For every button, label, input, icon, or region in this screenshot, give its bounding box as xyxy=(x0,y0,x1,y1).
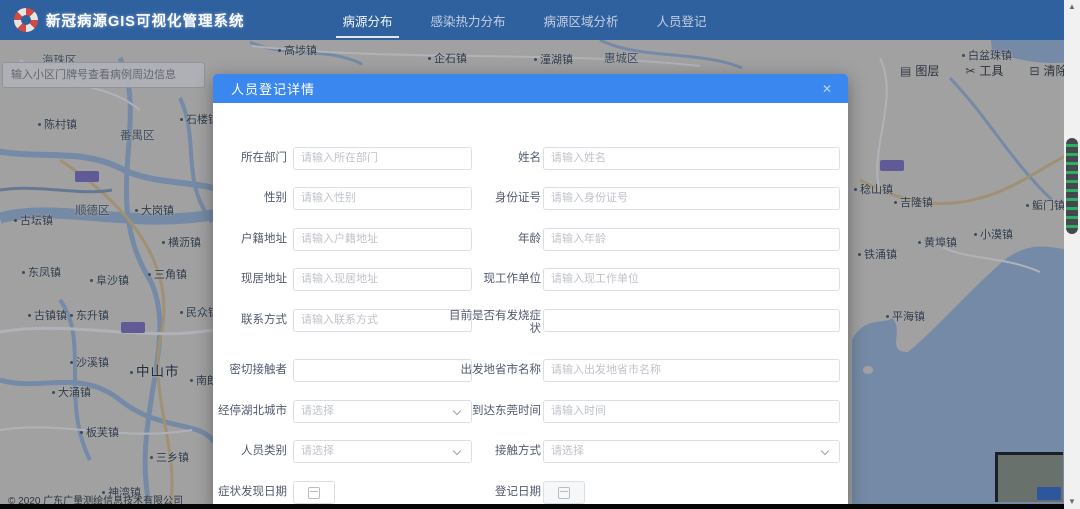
form-label: 现工作单位 xyxy=(445,272,541,287)
calendar-icon xyxy=(308,487,320,499)
input-placeholder: 请输入时间 xyxy=(544,401,839,422)
nav-item-4[interactable]: 人员登记 xyxy=(655,7,709,34)
text-input-field[interactable]: 请输入现工作单位 xyxy=(543,268,840,291)
select-field[interactable]: 请选择 xyxy=(543,440,840,463)
nav-item-1[interactable]: 病源分布 xyxy=(340,7,394,34)
input-placeholder: 请输入年龄 xyxy=(544,229,839,250)
modal-body: 所在部门请输入所在部门姓名请输入姓名性别请输入性别身份证号请输入身份证号户籍地址… xyxy=(213,103,848,509)
form-label: 现居地址 xyxy=(219,272,287,287)
person-registration-modal: 人员登记详情 ✕ 所在部门请输入所在部门姓名请输入姓名性别请输入性别身份证号请输… xyxy=(213,74,848,509)
app-title: 新冠病源GIS可视化管理系统 xyxy=(46,10,244,31)
scrollbar-up-arrow-icon[interactable]: ▲ xyxy=(1064,0,1080,14)
text-input-field[interactable]: 请输入姓名 xyxy=(543,147,840,170)
form-label: 目前是否有发烧症状 xyxy=(445,310,541,336)
form-label: 到达东莞时间 xyxy=(445,404,541,419)
form-label: 所在部门 xyxy=(219,151,287,166)
nav-item-2[interactable]: 感染热力分布 xyxy=(429,7,508,34)
calendar-icon xyxy=(558,487,570,499)
scrollbar-down-arrow-icon[interactable]: ▼ xyxy=(1064,495,1080,509)
form-label: 登记日期 xyxy=(445,485,541,500)
form-label: 症状发现日期 xyxy=(219,485,287,500)
form-label: 出发地省市名称 xyxy=(445,363,541,378)
modal-header: 人员登记详情 ✕ xyxy=(213,74,848,103)
select-placeholder: 请选择 xyxy=(544,441,839,462)
life-buoy-logo-icon xyxy=(14,8,38,32)
text-input-field[interactable]: 请输入时间 xyxy=(543,400,840,423)
text-input-field[interactable]: 请输入出发地省市名称 xyxy=(543,359,840,382)
form-row-5: 联系方式请输入联系方式目前是否有发烧症状 xyxy=(213,309,848,333)
app-window: 海珠区高埗镇企石镇潼湖镇惠城区陈村镇石楼镇番禺区顺德区大岗镇古坛镇横沥镇东凤镇阜… xyxy=(0,0,1080,509)
form-label: 姓名 xyxy=(445,151,541,166)
form-label: 接触方式 xyxy=(445,444,541,459)
form-row-1: 所在部门请输入所在部门姓名请输入姓名 xyxy=(213,147,848,171)
form-label: 密切接触者 xyxy=(219,363,287,378)
form-row-3: 户籍地址请输入户籍地址年龄请输入年龄 xyxy=(213,228,848,252)
text-input-field[interactable]: 请输入身份证号 xyxy=(543,187,840,210)
scrollbar-thumb[interactable] xyxy=(1066,138,1078,234)
form-row-9: 症状发现日期 登记日期 xyxy=(213,481,848,505)
page-scrollbar[interactable]: ▲ ▼ xyxy=(1064,0,1080,509)
form-row-2: 性别请输入性别身份证号请输入身份证号 xyxy=(213,187,848,211)
input-placeholder: 请输入出发地省市名称 xyxy=(544,360,839,381)
input-placeholder: 请输入姓名 xyxy=(544,148,839,169)
form-label: 联系方式 xyxy=(219,313,287,328)
nav-item-3[interactable]: 病源区域分析 xyxy=(542,7,621,34)
input-placeholder: 请输入身份证号 xyxy=(544,188,839,209)
main-nav: 病源分布 感染热力分布 病源区域分析 人员登记 xyxy=(340,7,708,34)
modal-title: 人员登记详情 xyxy=(231,79,818,98)
form-row-8: 人员类别请选择接触方式请选择 xyxy=(213,440,848,464)
form-label: 人员类别 xyxy=(219,444,287,459)
form-label: 年龄 xyxy=(445,232,541,247)
close-icon[interactable]: ✕ xyxy=(818,80,836,98)
form-row-6: 密切接触者 出发地省市名称请输入出发地省市名称 xyxy=(213,359,848,383)
form-row-7: 经停湖北城市请选择到达东莞时间请输入时间 xyxy=(213,400,848,424)
form-label: 身份证号 xyxy=(445,191,541,206)
date-picker-field[interactable] xyxy=(543,481,585,504)
form-row-4: 现居地址请输入现居地址现工作单位请输入现工作单位 xyxy=(213,268,848,292)
form-label: 性别 xyxy=(219,191,287,206)
bottom-black-strip xyxy=(0,504,1064,509)
form-label: 经停湖北城市 xyxy=(219,404,287,419)
date-picker-field[interactable] xyxy=(293,481,335,504)
text-input-field[interactable]: 请输入年龄 xyxy=(543,228,840,251)
form-label: 户籍地址 xyxy=(219,232,287,247)
app-header: 新冠病源GIS可视化管理系统 病源分布 感染热力分布 病源区域分析 人员登记 xyxy=(0,0,1064,40)
input-placeholder: 请输入现工作单位 xyxy=(544,269,839,290)
text-input-field[interactable] xyxy=(543,309,840,332)
